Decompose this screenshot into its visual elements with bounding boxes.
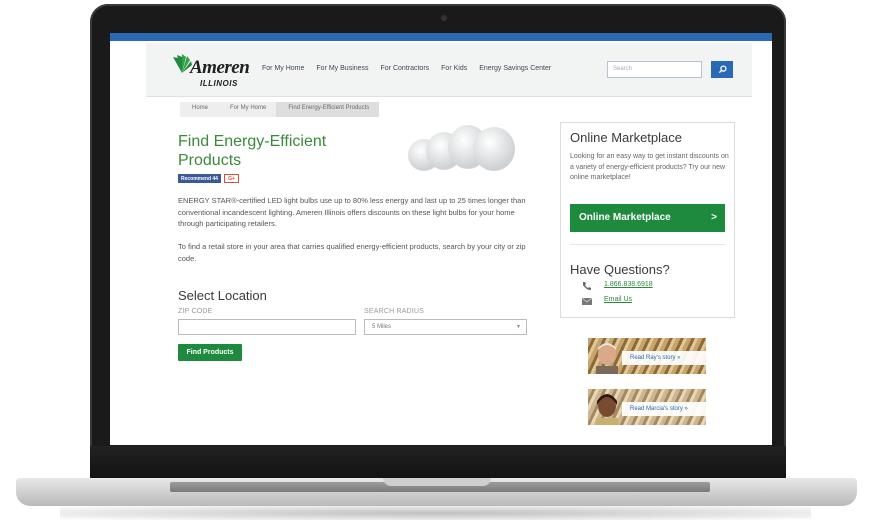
social-buttons: Recommend 44 G+ bbox=[178, 174, 239, 183]
nav-item-energy-savings[interactable]: Energy Savings Center bbox=[479, 65, 551, 72]
search-radius-label: SEARCH RADIUS bbox=[364, 308, 425, 315]
envelope-icon bbox=[581, 297, 593, 305]
select-location-heading: Select Location bbox=[178, 288, 267, 303]
email-link[interactable]: Email Us bbox=[604, 296, 632, 303]
webcam bbox=[441, 15, 447, 21]
ameren-logo[interactable]: Ameren ILLINOIS bbox=[170, 51, 256, 91]
marketplace-button-label: Online Marketplace bbox=[579, 212, 671, 223]
search-input[interactable]: Search bbox=[607, 61, 702, 78]
sidebar-divider bbox=[570, 244, 725, 245]
breadcrumb: Home For My Home Find Energy-Efficient P… bbox=[180, 102, 380, 117]
search-icon bbox=[718, 65, 727, 74]
ray-photo bbox=[596, 343, 618, 374]
zip-code-label: ZIP CODE bbox=[178, 308, 213, 315]
marcia-story-link[interactable]: Read Marcia's story » bbox=[622, 402, 706, 416]
brand-sub: ILLINOIS bbox=[200, 79, 238, 88]
breadcrumb-current: Find Energy-Efficient Products bbox=[276, 102, 380, 117]
intro-paragraph: ENERGY STAR®-certified LED light bulbs u… bbox=[178, 196, 526, 228]
nav-item-kids[interactable]: For Kids bbox=[441, 65, 467, 72]
phone-link[interactable]: 1.866.838.6918 bbox=[604, 281, 653, 288]
facebook-recommend-button[interactable]: Recommend 44 bbox=[178, 174, 221, 183]
instructions-paragraph: To find a retail store in your area that… bbox=[178, 242, 526, 263]
nav-item-home[interactable]: For My Home bbox=[262, 65, 304, 72]
chevron-down-icon: ▼ bbox=[516, 324, 521, 330]
marcia-photo bbox=[596, 394, 618, 425]
story-card-ray[interactable]: Read Ray's story » bbox=[588, 338, 706, 374]
nav-item-business[interactable]: For My Business bbox=[316, 65, 368, 72]
marketplace-text: Looking for an easy way to get instant d… bbox=[570, 153, 729, 181]
laptop-bezel-bottom bbox=[90, 446, 786, 482]
laptop-notch bbox=[383, 478, 491, 486]
find-products-button[interactable]: Find Products bbox=[178, 344, 242, 361]
breadcrumb-home[interactable]: Home bbox=[180, 102, 219, 117]
nav-item-contractors[interactable]: For Contractors bbox=[381, 65, 430, 72]
brand-name: Ameren bbox=[190, 57, 250, 78]
top-accent-bar bbox=[110, 33, 772, 41]
laptop-shadow bbox=[60, 506, 811, 520]
search-button[interactable] bbox=[711, 61, 733, 78]
breadcrumb-for-my-home[interactable]: For My Home bbox=[218, 102, 277, 117]
story-card-marcia[interactable]: Read Marcia's story » bbox=[588, 389, 706, 425]
google-plus-button[interactable]: G+ bbox=[223, 174, 239, 183]
phone-icon bbox=[583, 282, 591, 290]
ray-story-link[interactable]: Read Ray's story » bbox=[622, 351, 706, 365]
page-title: Find Energy-Efficient Products bbox=[178, 133, 327, 169]
sidebar-panel: Online Marketplace Looking for an easy w… bbox=[560, 122, 735, 318]
site-header: Ameren ILLINOIS For My Home For My Busin… bbox=[146, 43, 752, 97]
search-radius-value: 5 Miles bbox=[372, 324, 392, 330]
zip-code-field[interactable] bbox=[178, 319, 356, 335]
questions-title: Have Questions? bbox=[570, 262, 670, 277]
light-bulbs-image bbox=[408, 125, 515, 171]
browser-screen: Ameren ILLINOIS For My Home For My Busin… bbox=[110, 33, 772, 445]
search-radius-select[interactable]: 5 Miles ▼ bbox=[364, 319, 527, 335]
chevron-right-icon: > bbox=[711, 212, 717, 223]
online-marketplace-button[interactable]: Online Marketplace > bbox=[570, 204, 725, 232]
marketplace-title: Online Marketplace bbox=[570, 130, 682, 145]
main-nav: For My Home For My Business For Contract… bbox=[262, 65, 551, 72]
